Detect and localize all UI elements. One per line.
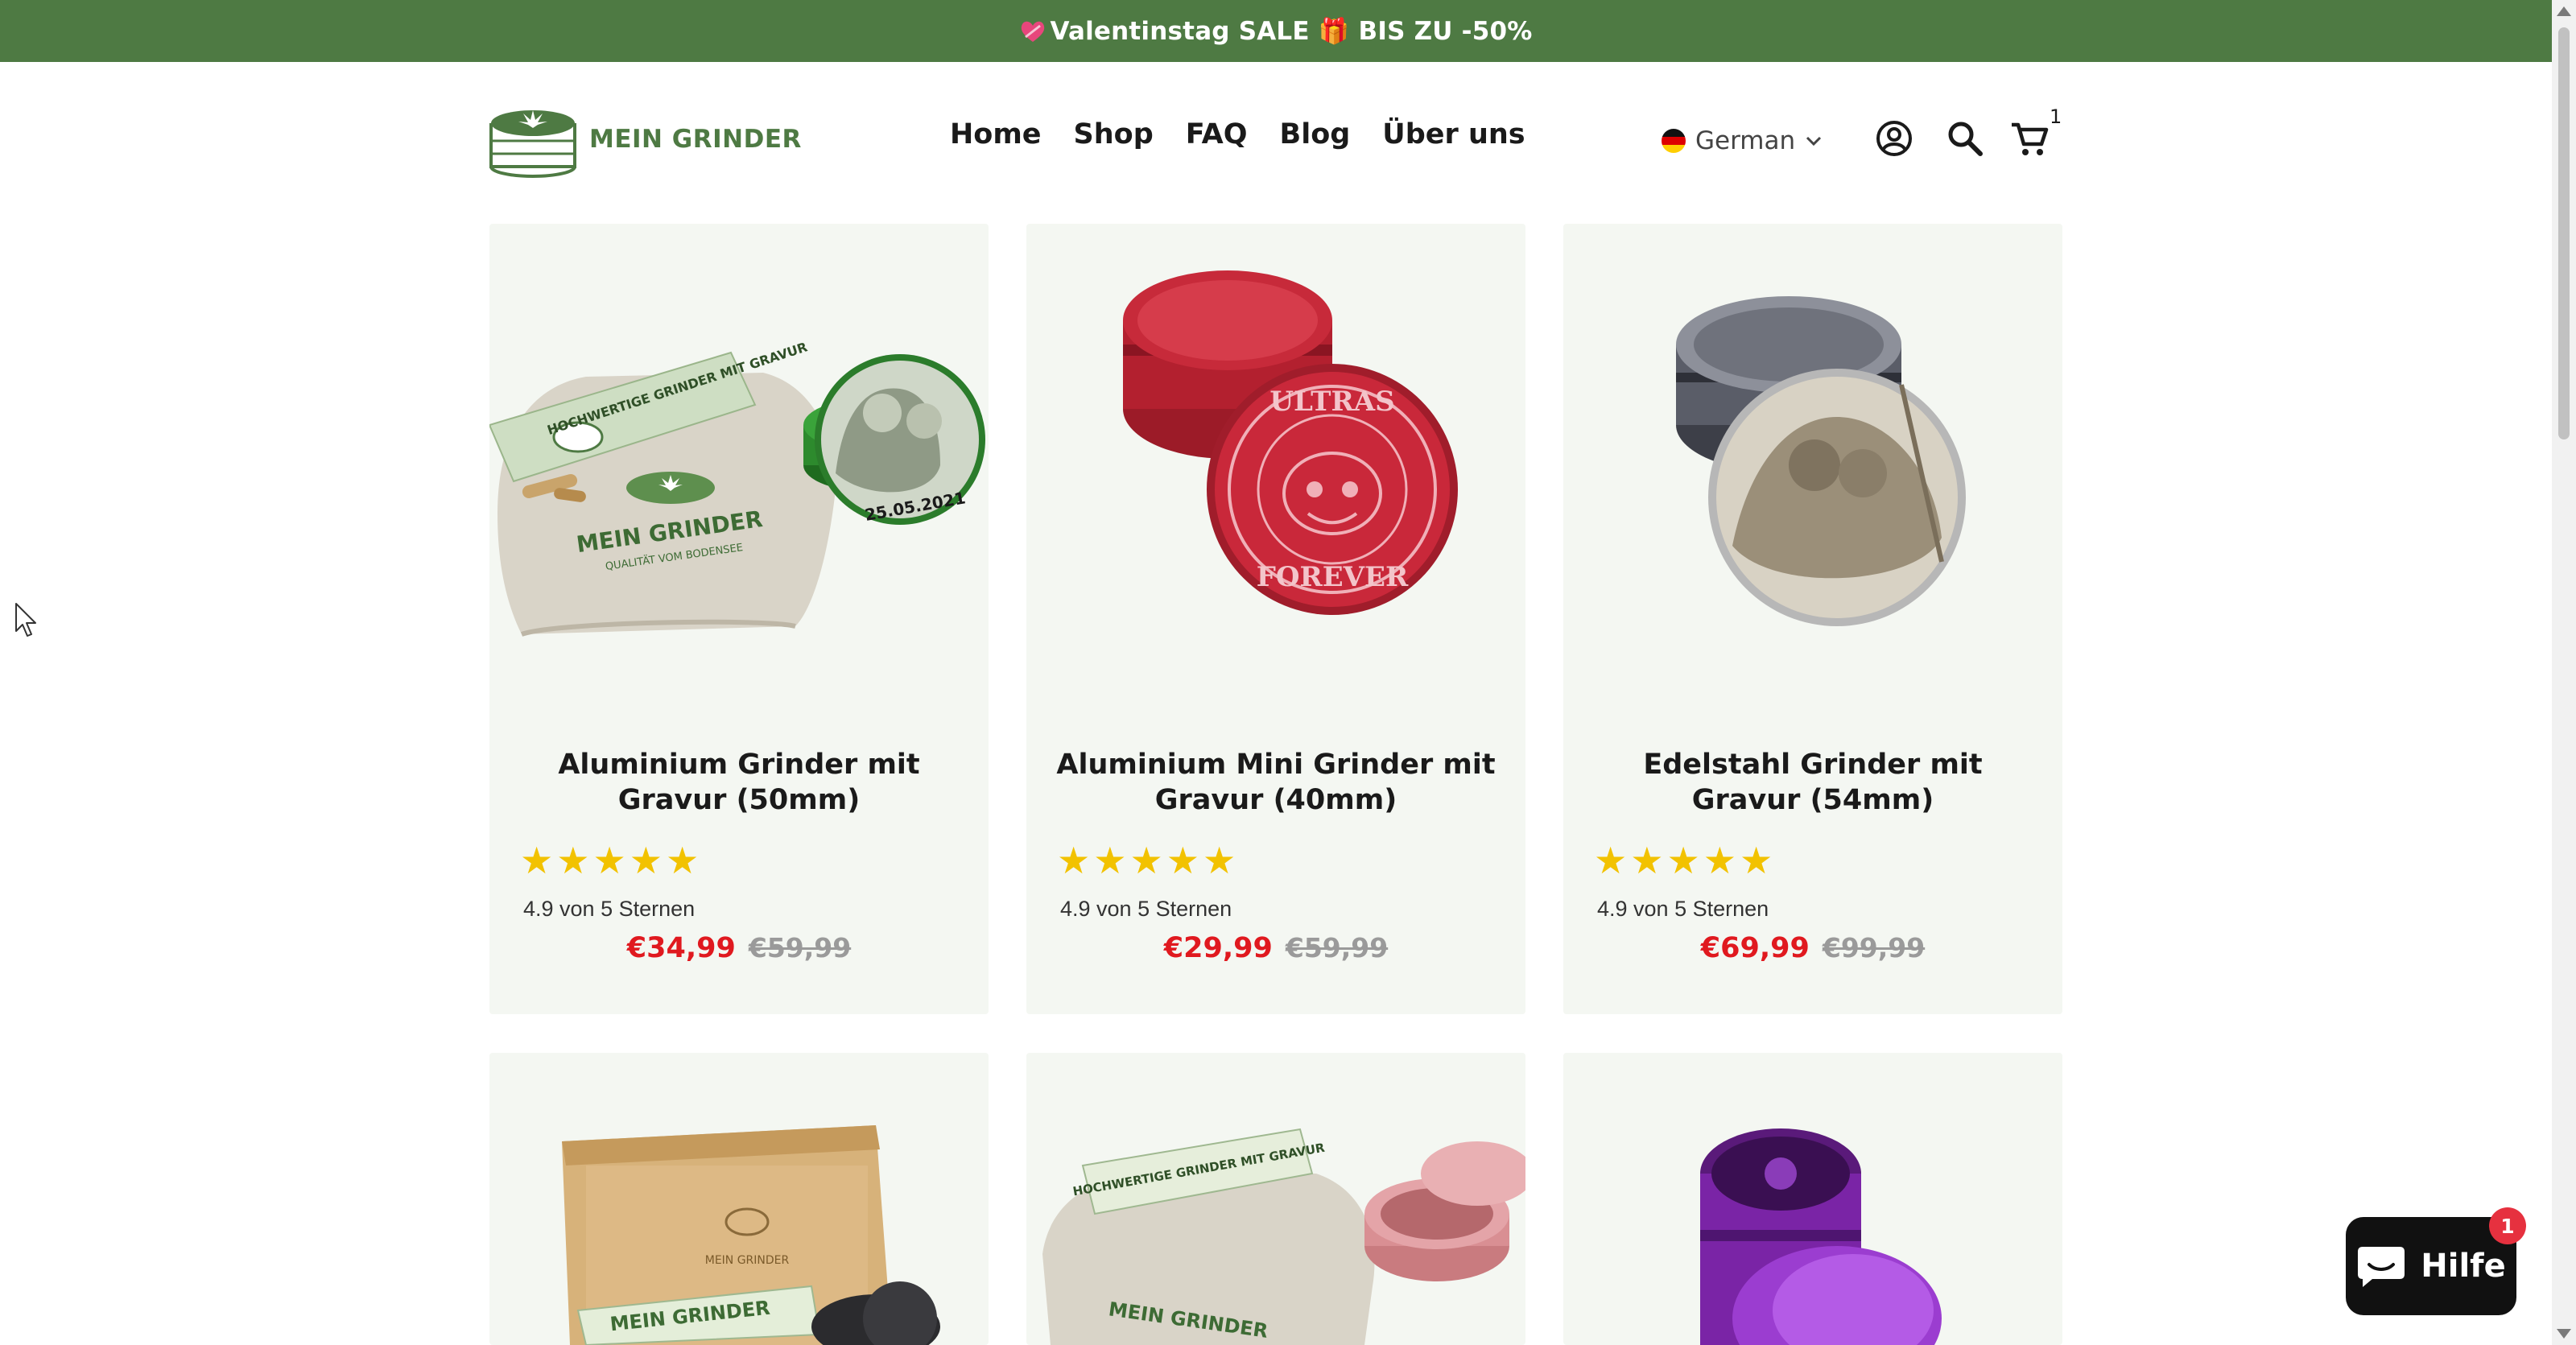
chat-notification-badge: 1 (2489, 1207, 2526, 1244)
original-price: €99,99 (1822, 932, 1926, 963)
language-selector[interactable]: German (1662, 126, 1823, 155)
star-rating: ★ ★ ★ ★ ★ (1057, 842, 1236, 879)
product-title[interactable]: Aluminium Grinder mit Gravur (50mm) (514, 747, 964, 818)
star-icon: ★ (666, 839, 700, 882)
language-label: German (1695, 126, 1796, 155)
page-scrollbar[interactable] (2552, 0, 2576, 1345)
rating-text: 4.9 von 5 Sternen (1060, 897, 1232, 921)
nav-shop[interactable]: Shop (1074, 118, 1154, 151)
sale-price: €34,99 (626, 932, 736, 964)
chat-bubble-icon (2358, 1247, 2405, 1287)
star-rating: ★ ★ ★ ★ ★ (1594, 842, 1773, 879)
nav-about[interactable]: Über uns (1382, 118, 1525, 151)
site-header: MEIN GRINDER Home Shop FAQ Blog Über uns… (0, 62, 2552, 223)
sale-price: €69,99 (1700, 932, 1810, 964)
star-icon: ★ (1594, 839, 1628, 882)
rating-text: 4.9 von 5 Sternen (523, 897, 696, 921)
scroll-down-arrow-icon[interactable] (2557, 1329, 2571, 1339)
grinder-logo-icon (488, 101, 578, 178)
announcement-text: Valentinstag SALE 🎁 BIS ZU -50% (1050, 17, 1533, 46)
star-icon: ★ (1166, 839, 1199, 882)
svg-text:MEIN GRINDER: MEIN GRINDER (705, 1254, 790, 1267)
star-icon: ★ (1093, 839, 1127, 882)
mouse-cursor-icon (15, 603, 36, 637)
star-icon: ★ (1057, 839, 1091, 882)
star-icon: ★ (1630, 839, 1664, 882)
star-icon: ★ (1740, 839, 1773, 882)
announcement-bar[interactable]: Valentinstag SALE 🎁 BIS ZU -50% (0, 0, 2552, 62)
main-nav: Home Shop FAQ Blog Über uns (950, 118, 1525, 151)
chat-label: Hilfe (2421, 1248, 2506, 1285)
star-rating: ★ ★ ★ ★ ★ (520, 842, 699, 879)
logo-text: MEIN GRINDER (589, 125, 802, 154)
scroll-up-arrow-icon[interactable] (2557, 6, 2571, 16)
heart-icon (1022, 21, 1045, 42)
nav-faq[interactable]: FAQ (1186, 118, 1248, 151)
svg-text:ULTRAS: ULTRAS (1269, 386, 1394, 418)
original-price: €59,99 (748, 932, 852, 963)
star-icon: ★ (520, 839, 554, 882)
product-image-steel-grinder[interactable] (1563, 224, 2062, 683)
product-card[interactable]: Edelstahl Grinder mit Gravur (54mm) ★ ★ … (1563, 224, 2062, 1014)
scroll-thumb[interactable] (2558, 27, 2570, 439)
rating-text: 4.9 von 5 Sternen (1597, 897, 1769, 921)
star-icon: ★ (1129, 839, 1163, 882)
product-image-pink-grinder[interactable]: HOCHWERTIGE GRINDER MIT GRAVUR MEIN GRIN… (1026, 1053, 1525, 1345)
price-block: €29,99 €59,99 (1026, 932, 1525, 964)
product-title[interactable]: Aluminium Mini Grinder mit Gravur (40mm) (1051, 747, 1501, 818)
product-card[interactable] (1563, 1053, 2062, 1345)
price-block: €34,99 €59,99 (489, 932, 989, 964)
search-icon[interactable] (1945, 118, 1985, 159)
price-block: €69,99 €99,99 (1563, 932, 2062, 964)
product-card[interactable]: ULTRAS FOREVER Aluminium Mini Grinder mi… (1026, 224, 1525, 1014)
star-icon: ★ (592, 839, 626, 882)
nav-blog[interactable]: Blog (1280, 118, 1351, 151)
product-image-green-grinder[interactable]: MEIN GRINDER QUALITÄT VOM BODENSEE HOCHW… (489, 224, 989, 683)
product-title[interactable]: Edelstahl Grinder mit Gravur (54mm) (1587, 747, 2038, 818)
sale-price: €29,99 (1163, 932, 1273, 964)
nav-home[interactable]: Home (950, 118, 1042, 151)
star-icon: ★ (1666, 839, 1700, 882)
star-icon: ★ (1203, 839, 1236, 882)
product-image-red-grinder[interactable]: ULTRAS FOREVER (1026, 224, 1525, 683)
german-flag-icon (1662, 129, 1686, 153)
cart-icon[interactable] (2009, 118, 2050, 159)
cart-count-badge: 1 (2050, 105, 2062, 128)
product-card[interactable]: HOCHWERTIGE GRINDER MIT GRAVUR MEIN GRIN… (1026, 1053, 1525, 1345)
svg-text:FOREVER: FOREVER (1257, 561, 1409, 593)
star-icon: ★ (1703, 839, 1736, 882)
star-icon: ★ (556, 839, 590, 882)
site-logo[interactable]: MEIN GRINDER (488, 101, 802, 178)
product-image-bamboo-box[interactable]: MEIN GRINDER MEIN GRINDER (489, 1053, 989, 1345)
account-icon[interactable] (1874, 118, 1914, 159)
star-icon: ★ (629, 839, 663, 882)
chevron-down-icon (1806, 136, 1822, 146)
product-card[interactable]: MEIN GRINDER MEIN GRINDER (489, 1053, 989, 1345)
product-image-purple-grinder[interactable] (1563, 1053, 2062, 1345)
product-card[interactable]: MEIN GRINDER QUALITÄT VOM BODENSEE HOCHW… (489, 224, 989, 1014)
original-price: €59,99 (1285, 932, 1389, 963)
